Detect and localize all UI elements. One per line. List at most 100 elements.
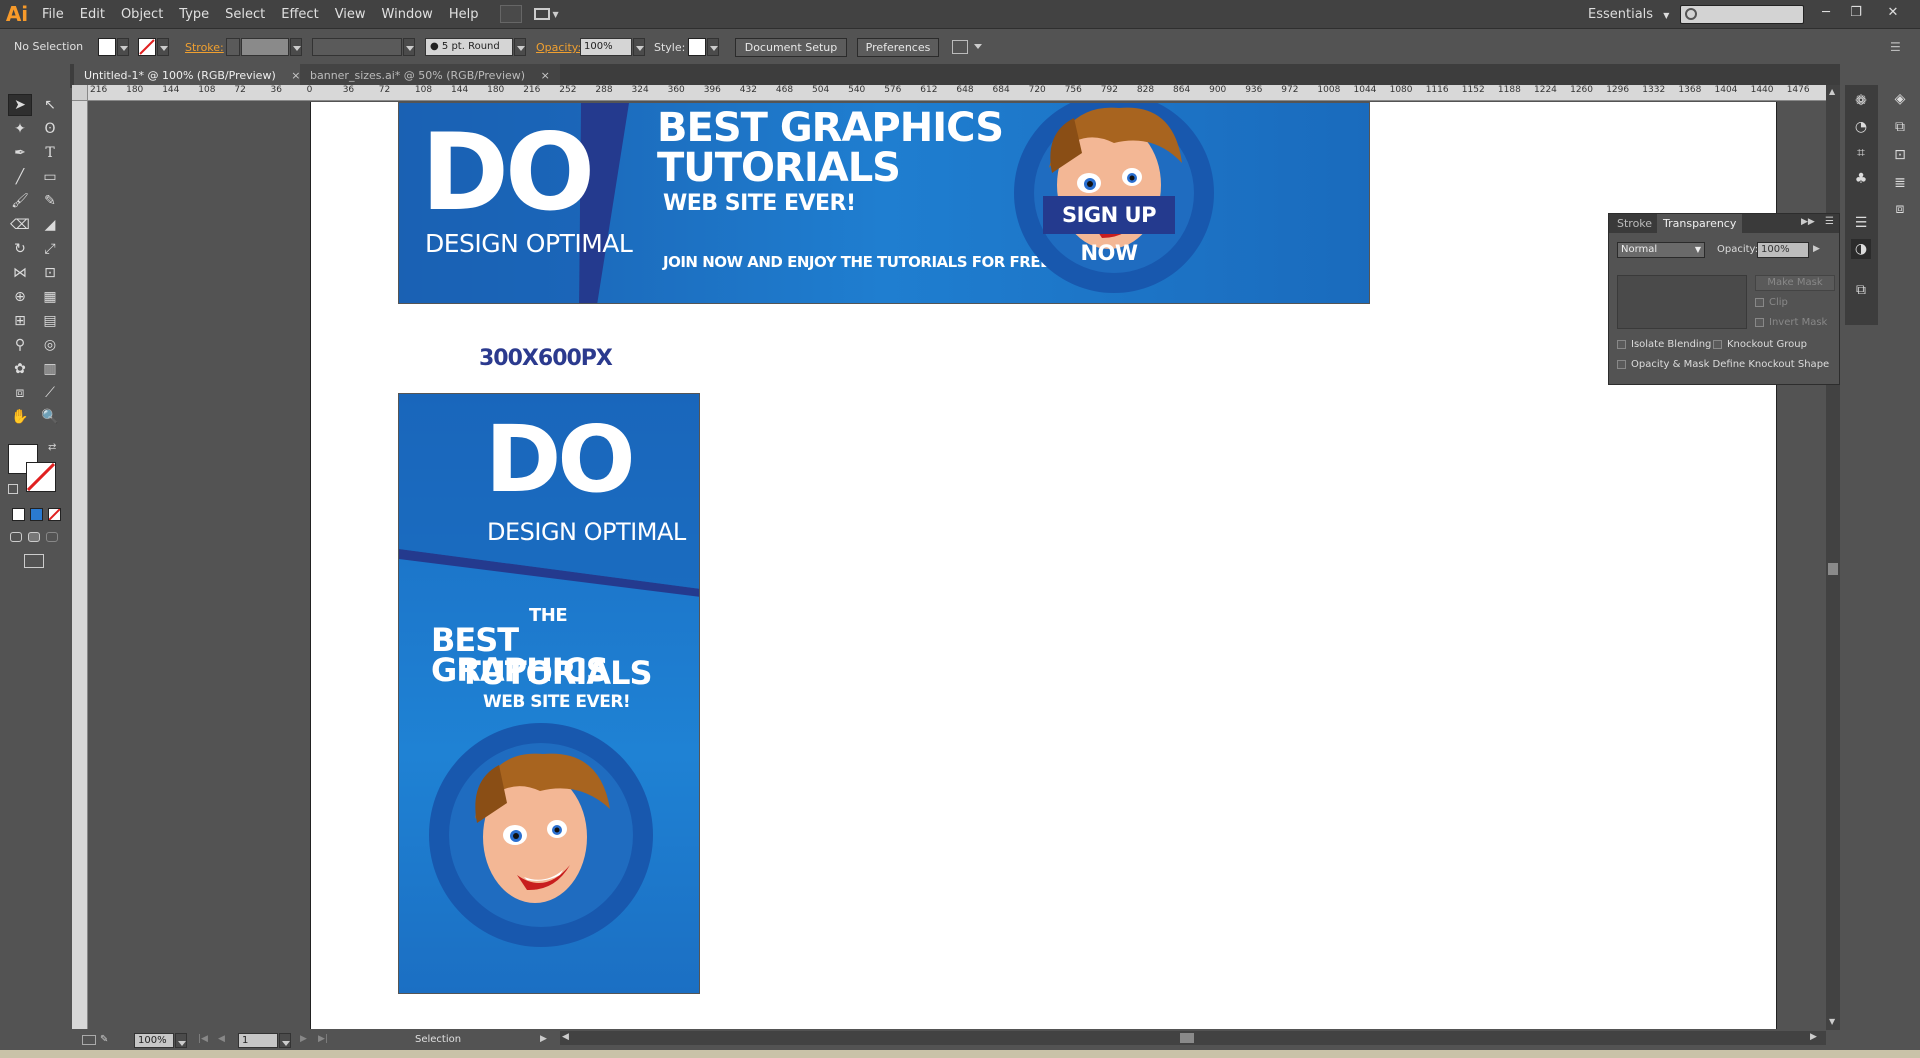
- default-colors-icon[interactable]: [8, 484, 18, 494]
- menu-file[interactable]: File: [34, 0, 72, 29]
- draw-behind-icon[interactable]: [28, 532, 40, 542]
- column-graph-tool-icon[interactable]: ▥: [38, 358, 62, 380]
- isolate-blending-checkbox[interactable]: Isolate Blending: [1617, 339, 1711, 350]
- pencil-tool-icon[interactable]: ✎: [38, 190, 62, 212]
- symbol-sprayer-tool-icon[interactable]: ✿: [8, 358, 32, 380]
- menu-window[interactable]: Window: [374, 0, 441, 29]
- style-swatch[interactable]: [688, 38, 706, 56]
- minimize-button[interactable]: ─: [1815, 4, 1837, 22]
- menu-effect[interactable]: Effect: [273, 0, 326, 29]
- profile-dropdown[interactable]: [403, 38, 415, 56]
- current-tool-status[interactable]: Selection: [415, 1034, 461, 1045]
- gradient-mode-icon[interactable]: [30, 508, 43, 521]
- stroke-dropdown[interactable]: [157, 38, 169, 56]
- scroll-right-icon[interactable]: ▶: [1810, 1032, 1817, 1042]
- stroke-label[interactable]: Stroke:: [185, 41, 224, 54]
- scroll-thumb[interactable]: [1180, 1033, 1194, 1043]
- menu-object[interactable]: Object: [113, 0, 171, 29]
- variable-width-profile[interactable]: [312, 38, 402, 56]
- scale-tool-icon[interactable]: ⤢: [38, 238, 62, 260]
- scroll-thumb[interactable]: [1828, 563, 1838, 575]
- opacity-field[interactable]: 100%: [1757, 242, 1809, 258]
- pen-tool-icon[interactable]: ✒: [8, 142, 32, 164]
- vertical-ruler[interactable]: [72, 101, 88, 1029]
- eyedropper-tool-icon[interactable]: ⚲: [8, 334, 32, 356]
- document-setup-button[interactable]: Document Setup: [735, 38, 847, 57]
- stroke-weight-dropdown[interactable]: [290, 38, 302, 56]
- opacity-mask-knockout-checkbox[interactable]: Opacity & Mask Define Knockout Shape: [1617, 359, 1829, 370]
- scroll-left-icon[interactable]: ◀: [562, 1032, 569, 1042]
- status-menu-icon[interactable]: ▶: [540, 1034, 547, 1044]
- search-input[interactable]: [1680, 5, 1804, 24]
- stroke-color-swatch[interactable]: [26, 462, 56, 492]
- first-artboard-icon[interactable]: |◀: [198, 1034, 208, 1044]
- lasso-tool-icon[interactable]: ʘ: [38, 118, 62, 140]
- type-tool-icon[interactable]: T: [38, 142, 62, 164]
- half-page-banner[interactable]: DO DESIGN OPTIMAL THE BEST GRAPHICS TUTO…: [398, 393, 700, 994]
- eraser-tool-icon[interactable]: ◢: [38, 214, 62, 236]
- selection-tool-icon[interactable]: ➤: [8, 94, 32, 116]
- slice-tool-icon[interactable]: ⟋: [38, 382, 62, 404]
- mesh-tool-icon[interactable]: ⊞: [8, 310, 32, 332]
- free-transform-tool-icon[interactable]: ⊡: [38, 262, 62, 284]
- horizontal-scrollbar[interactable]: ◀ ▶: [560, 1031, 1826, 1045]
- direct-selection-tool-icon[interactable]: ↖: [38, 94, 62, 116]
- panel-menu-icon[interactable]: ☰: [1890, 40, 1901, 54]
- scroll-down-icon[interactable]: ▼: [1829, 1017, 1835, 1026]
- color-mode-icon[interactable]: [12, 508, 25, 521]
- transparency-panel-icon[interactable]: ◑: [1851, 239, 1871, 259]
- paintbrush-tool-icon[interactable]: 🖌: [8, 190, 32, 212]
- stroke-swatch[interactable]: [138, 38, 156, 56]
- brush-definition[interactable]: ● 5 pt. Round: [425, 38, 513, 56]
- opacity-field[interactable]: 100%: [580, 38, 632, 56]
- horizontal-ruler[interactable]: 216 180 144 108 72 36 0 36 72 108 144 180 216 252 288 3…: [88, 85, 1826, 101]
- rectangle-tool-icon[interactable]: ▭: [38, 166, 62, 188]
- knockout-group-checkbox[interactable]: Knockout Group: [1713, 339, 1807, 350]
- artboard-dropdown[interactable]: [279, 1033, 291, 1048]
- stroke-weight-field[interactable]: [241, 38, 289, 56]
- layers-icon[interactable]: ◈: [1890, 89, 1910, 109]
- line-tool-icon[interactable]: ╱: [8, 166, 32, 188]
- zoom-dropdown[interactable]: [175, 1033, 187, 1048]
- make-mask-button[interactable]: Make Mask: [1755, 275, 1835, 291]
- stroke-panel-icon[interactable]: ☰: [1851, 213, 1871, 233]
- style-dropdown[interactable]: [707, 38, 719, 56]
- preferences-button[interactable]: Preferences: [857, 38, 939, 57]
- blob-brush-tool-icon[interactable]: ⌫: [8, 214, 32, 236]
- opacity-slider-icon[interactable]: ▶: [1813, 244, 1820, 254]
- blend-tool-icon[interactable]: ◎: [38, 334, 62, 356]
- color-icon[interactable]: ◔: [1851, 117, 1871, 137]
- color-guide-icon[interactable]: ❁: [1851, 91, 1871, 111]
- menu-edit[interactable]: Edit: [72, 0, 113, 29]
- opacity-dropdown[interactable]: [633, 38, 645, 56]
- menu-help[interactable]: Help: [441, 0, 487, 29]
- brushes-icon[interactable]: ⌗: [1851, 143, 1871, 163]
- fill-swatch[interactable]: [98, 38, 116, 56]
- menu-view[interactable]: View: [327, 0, 374, 29]
- width-tool-icon[interactable]: ⋈: [8, 262, 32, 284]
- close-icon[interactable]: ×: [541, 69, 550, 82]
- draw-normal-icon[interactable]: [10, 532, 22, 542]
- edit-icon[interactable]: ✎: [100, 1034, 108, 1045]
- none-mode-icon[interactable]: [48, 508, 61, 521]
- menu-select[interactable]: Select: [217, 0, 273, 29]
- gradient-tool-icon[interactable]: ▤: [38, 310, 62, 332]
- canvas-area[interactable]: DO DESIGN OPTIMAL BEST GRAPHICS TUTORIAL…: [89, 102, 1812, 1029]
- prev-artboard-icon[interactable]: ◀: [218, 1034, 225, 1044]
- collapse-icon[interactable]: ▶▶: [1801, 217, 1815, 227]
- workspace-switcher[interactable]: Essentials ▼: [1588, 7, 1669, 22]
- last-artboard-icon[interactable]: ▶|: [318, 1034, 328, 1044]
- scroll-up-icon[interactable]: ▲: [1829, 87, 1835, 96]
- magic-wand-tool-icon[interactable]: ✦: [8, 118, 32, 140]
- restore-button[interactable]: ❐: [1845, 4, 1867, 22]
- tab-transparency[interactable]: Transparency: [1657, 214, 1743, 233]
- brush-dropdown[interactable]: [514, 38, 526, 56]
- artboard-tool-icon[interactable]: ⧈: [8, 382, 32, 404]
- screen-mode-icon[interactable]: [24, 554, 44, 568]
- perspective-grid-tool-icon[interactable]: ▦: [38, 286, 62, 308]
- opacity-label[interactable]: Opacity:: [536, 41, 581, 54]
- artboard-number-field[interactable]: 1: [238, 1033, 278, 1048]
- tab-stroke[interactable]: Stroke: [1611, 214, 1658, 233]
- artboard-nav-icon[interactable]: [82, 1035, 96, 1045]
- menu-type[interactable]: Type: [171, 0, 217, 29]
